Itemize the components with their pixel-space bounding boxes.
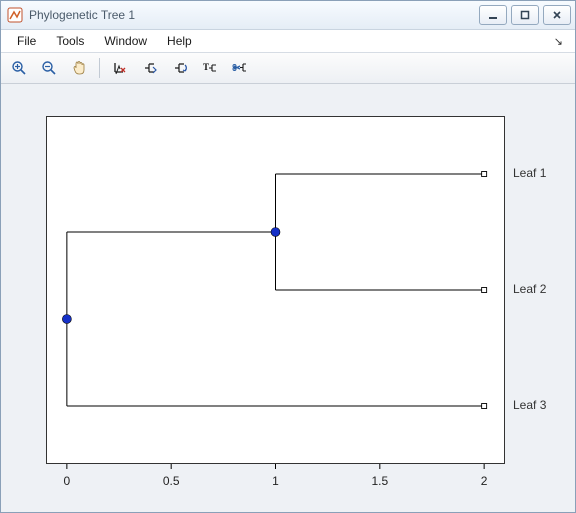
internal-node-marker[interactable] xyxy=(271,228,280,237)
close-button[interactable] xyxy=(543,5,571,25)
leaf-label: Leaf 3 xyxy=(513,398,547,412)
menu-file[interactable]: File xyxy=(7,34,46,48)
inspect-tool-icon[interactable] xyxy=(108,56,132,80)
leaf-marker[interactable] xyxy=(482,288,487,293)
rename-leaf-icon[interactable]: T xyxy=(198,56,222,80)
pan-icon[interactable] xyxy=(67,56,91,80)
toolbar: T xyxy=(1,53,575,84)
menu-bar: File Tools Window Help ↘ xyxy=(1,30,575,53)
plot-area[interactable]: Leaf 1 Leaf 2 Leaf 3 0 0.5 1 1.5 2 xyxy=(11,92,565,504)
zoom-in-icon[interactable] xyxy=(7,56,31,80)
x-tick-label: 0.5 xyxy=(163,474,180,488)
minimize-button[interactable] xyxy=(479,5,507,25)
x-tick-label: 2 xyxy=(481,474,488,488)
title-bar: Phylogenetic Tree 1 xyxy=(1,1,575,30)
toolbar-separator xyxy=(99,58,100,78)
menu-window[interactable]: Window xyxy=(94,34,157,48)
app-window: Phylogenetic Tree 1 File Tools Window He… xyxy=(0,0,576,513)
leaf-label: Leaf 1 xyxy=(513,166,547,180)
dock-toggle-icon[interactable]: ↘ xyxy=(548,35,569,48)
figure-client-area: Leaf 1 Leaf 2 Leaf 3 0 0.5 1 1.5 2 xyxy=(1,84,575,512)
window-control-buttons xyxy=(479,5,571,25)
app-icon xyxy=(7,7,23,23)
leaf-marker[interactable] xyxy=(482,404,487,409)
x-tick-label: 0 xyxy=(64,474,71,488)
internal-node-marker[interactable] xyxy=(62,315,71,324)
maximize-button[interactable] xyxy=(511,5,539,25)
menu-help[interactable]: Help xyxy=(157,34,202,48)
rotate-branch-icon[interactable] xyxy=(168,56,192,80)
leaf-label: Leaf 2 xyxy=(513,282,547,296)
collapse-expand-icon[interactable] xyxy=(138,56,162,80)
prune-icon[interactable] xyxy=(228,56,252,80)
svg-text:T: T xyxy=(203,62,209,72)
window-title: Phylogenetic Tree 1 xyxy=(29,8,479,22)
x-tick-label: 1 xyxy=(272,474,279,488)
zoom-out-icon[interactable] xyxy=(37,56,61,80)
menu-tools[interactable]: Tools xyxy=(46,34,94,48)
leaf-marker[interactable] xyxy=(482,172,487,177)
x-tick-label: 1.5 xyxy=(371,474,388,488)
